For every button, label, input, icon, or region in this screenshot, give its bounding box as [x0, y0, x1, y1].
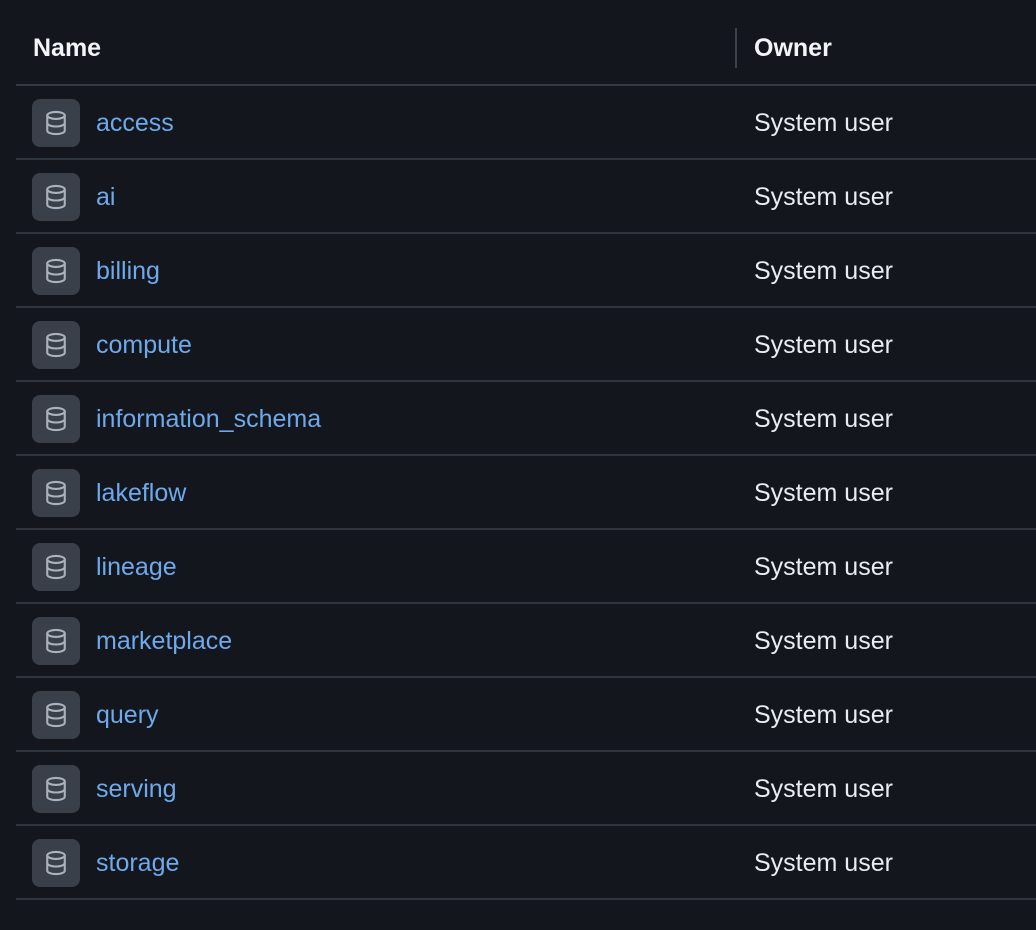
schemas-table: Name Owner access System user ai System …	[16, 12, 1036, 900]
table-row: query System user	[16, 678, 1036, 752]
column-resize-handle[interactable]	[735, 28, 737, 68]
schema-link[interactable]: storage	[96, 826, 179, 900]
table-row: information_schema System user	[16, 382, 1036, 456]
table-header: Name Owner	[16, 12, 1036, 86]
table-row: billing System user	[16, 234, 1036, 308]
schema-link[interactable]: billing	[96, 234, 160, 308]
schema-link[interactable]: marketplace	[96, 604, 232, 678]
database-icon	[32, 839, 80, 887]
table-body: access System user ai System user billin…	[16, 86, 1036, 900]
schema-owner: System user	[754, 479, 893, 507]
table-row: lakeflow System user	[16, 456, 1036, 530]
schema-link[interactable]: serving	[96, 752, 177, 826]
database-icon	[32, 765, 80, 813]
column-header-name[interactable]: Name	[33, 12, 101, 84]
schema-link[interactable]: lakeflow	[96, 456, 186, 530]
schema-link[interactable]: ai	[96, 160, 115, 234]
table-row: marketplace System user	[16, 604, 1036, 678]
table-row: serving System user	[16, 752, 1036, 826]
schema-owner: System user	[754, 257, 893, 285]
database-icon	[32, 617, 80, 665]
schema-link[interactable]: access	[96, 86, 174, 160]
column-header-owner[interactable]: Owner	[754, 12, 832, 84]
table-row: ai System user	[16, 160, 1036, 234]
database-icon	[32, 469, 80, 517]
schema-owner: System user	[754, 405, 893, 433]
table-row: compute System user	[16, 308, 1036, 382]
schema-owner: System user	[754, 701, 893, 729]
schema-link[interactable]: lineage	[96, 530, 177, 604]
schema-link[interactable]: query	[96, 678, 159, 752]
table-row: lineage System user	[16, 530, 1036, 604]
database-icon	[32, 321, 80, 369]
database-icon	[32, 99, 80, 147]
schema-owner: System user	[754, 553, 893, 581]
database-icon	[32, 395, 80, 443]
schema-link[interactable]: compute	[96, 308, 192, 382]
schema-owner: System user	[754, 109, 893, 137]
database-icon	[32, 173, 80, 221]
schema-owner: System user	[754, 627, 893, 655]
schema-owner: System user	[754, 849, 893, 877]
schema-owner: System user	[754, 331, 893, 359]
database-icon	[32, 247, 80, 295]
schema-owner: System user	[754, 775, 893, 803]
database-icon	[32, 691, 80, 739]
database-icon	[32, 543, 80, 591]
schema-owner: System user	[754, 183, 893, 211]
table-row: access System user	[16, 86, 1036, 160]
schema-link[interactable]: information_schema	[96, 382, 321, 456]
table-row: storage System user	[16, 826, 1036, 900]
